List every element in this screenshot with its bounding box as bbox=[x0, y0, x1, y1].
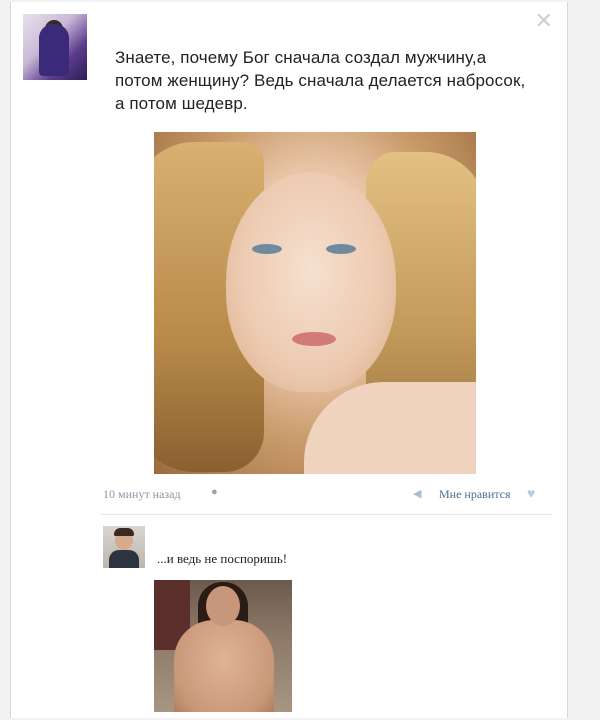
post-text: Знаете, почему Бог сначала создал мужчин… bbox=[115, 48, 526, 113]
reply-avatar-body bbox=[109, 550, 139, 568]
reply-photo-head bbox=[206, 586, 240, 626]
photo-face bbox=[226, 172, 396, 392]
reply-avatar-hair bbox=[114, 528, 134, 536]
photo-shoulder bbox=[304, 382, 476, 474]
megaphone-icon[interactable]: ◀ bbox=[413, 487, 421, 500]
post-card: ✕ Знаете, почему Бог сначала создал мужч… bbox=[10, 2, 568, 718]
photo-eye-right bbox=[326, 244, 356, 254]
apple-icon: ● bbox=[211, 486, 218, 498]
reply-photo[interactable] bbox=[154, 580, 292, 712]
post-timestamp[interactable]: 10 минут назад bbox=[103, 487, 181, 502]
photo-eye-left bbox=[252, 244, 282, 254]
reply-author-avatar[interactable] bbox=[103, 526, 145, 568]
heart-icon[interactable]: ♥ bbox=[527, 485, 535, 501]
like-button[interactable]: Мне нравится bbox=[439, 487, 511, 502]
post-photo[interactable] bbox=[154, 132, 476, 474]
close-icon[interactable]: ✕ bbox=[535, 10, 553, 32]
author-avatar[interactable] bbox=[23, 14, 87, 80]
divider bbox=[101, 514, 553, 515]
reply-text: ...и ведь не поспоришь! bbox=[157, 551, 288, 566]
post-meta-row: 10 минут назад ● ◀ Мне нравится ♥ bbox=[103, 485, 553, 503]
reply-photo-body bbox=[174, 620, 274, 712]
photo-lips bbox=[292, 332, 336, 346]
avatar-figure bbox=[39, 24, 69, 76]
